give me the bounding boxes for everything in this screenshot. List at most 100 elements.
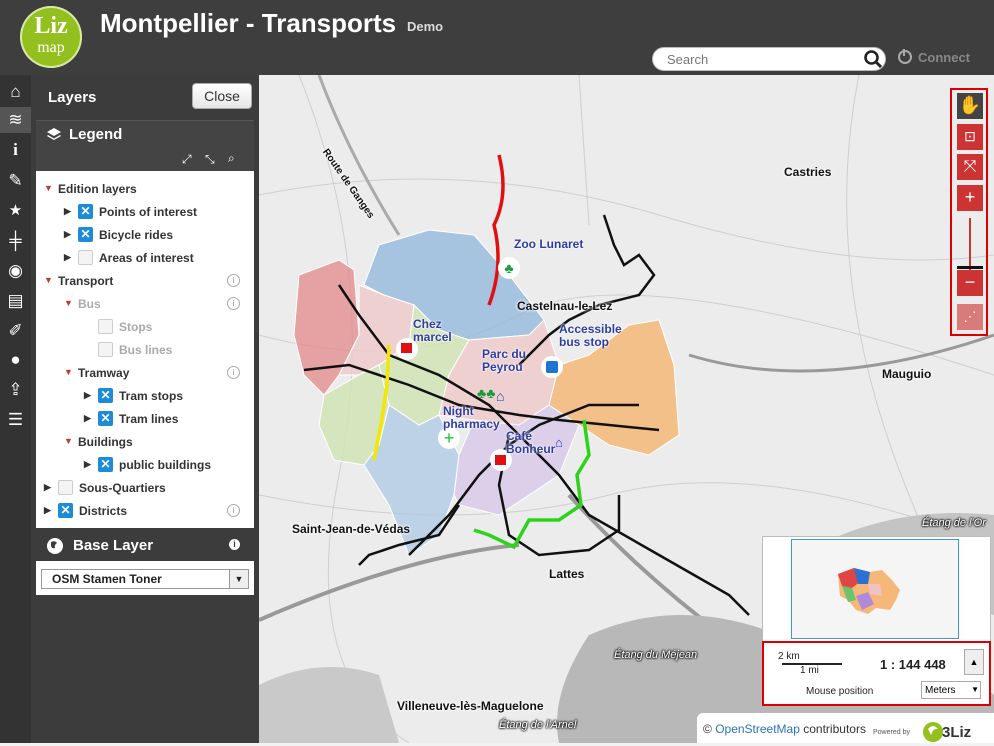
layer-label: Bicycle rides — [99, 228, 174, 242]
layer-tree: ▼ Edition layers ▶ ✕ Points of interest ▶ ✕ Bic… — [36, 171, 254, 528]
zoom-box-icon[interactable]: ⊡ — [957, 124, 983, 150]
collapse-arrow-icon[interactable]: ▼ — [64, 436, 73, 446]
layer-checkbox[interactable]: ✕ — [98, 388, 113, 403]
layer-row[interactable]: Bus lines — [36, 339, 254, 361]
base-layer-header: Base Layer i — [36, 531, 254, 561]
expand-arrow-icon[interactable]: ▶ — [44, 482, 51, 493]
expand-arrow-icon[interactable]: ▶ — [64, 206, 71, 217]
base-layer-select[interactable]: OSM Stamen Toner ▼ — [41, 569, 249, 589]
zoom-in-button[interactable]: + — [957, 185, 983, 211]
comment-icon[interactable]: ● — [0, 347, 31, 373]
overview-map[interactable] — [762, 536, 991, 643]
layer-label: Tramway — [78, 366, 130, 380]
layer-row[interactable]: ▶ Sous-Quartiers — [36, 477, 254, 499]
layer-checkbox[interactable]: ✕ — [78, 227, 93, 242]
page-title: Montpellier - Transports — [100, 8, 397, 38]
base-layer-body: OSM Stamen Toner ▼ — [36, 561, 254, 595]
search-input[interactable] — [665, 51, 859, 68]
layer-row[interactable]: ▼ Edition layers — [36, 178, 254, 200]
collapse-arrow-icon[interactable]: ▼ — [64, 298, 73, 308]
layer-checkbox[interactable] — [78, 250, 93, 265]
layer-checkbox[interactable] — [98, 342, 113, 357]
overview-toggle-button[interactable]: ▲ — [964, 649, 984, 675]
zoom-fullextent-icon[interactable]: ⤧ — [957, 154, 983, 180]
layers-icon[interactable]: ≋ — [0, 107, 31, 133]
layer-row[interactable]: ▶ Areas of interest — [36, 247, 254, 269]
layer-label: Tram stops — [119, 389, 184, 403]
legend-header[interactable]: Legend — [36, 120, 254, 149]
layer-row[interactable]: ▶ ✕ Tram stops — [36, 385, 254, 407]
zoom-slider-handle[interactable] — [957, 266, 983, 269]
layer-row[interactable]: ▼ Bus i — [36, 293, 254, 315]
layer-label: Points of interest — [99, 205, 198, 219]
list-icon[interactable]: ☰ — [0, 407, 31, 433]
attribution: © OpenStreetMap contributors Powered by … — [697, 713, 994, 743]
place-label: Villeneuve-lès-Maguelone — [397, 699, 544, 713]
layer-checkbox[interactable]: ✕ — [58, 503, 73, 518]
close-button[interactable]: Close — [192, 83, 252, 109]
units-select[interactable]: Meters ▼ — [921, 681, 981, 699]
layer-label: Sous-Quartiers — [79, 481, 166, 495]
signpost-icon[interactable]: ╪ — [0, 228, 31, 254]
svg-text:♣: ♣ — [504, 260, 513, 276]
layer-row[interactable]: ▶ ✕ Bicycle rides — [36, 224, 254, 246]
collapse-arrow-icon[interactable]: ▼ — [44, 183, 53, 193]
logo-text-liz: Liz — [34, 13, 68, 39]
place-label: Étang du Méjean — [614, 649, 698, 661]
expand-arrow-icon[interactable]: ▶ — [84, 413, 91, 424]
layer-checkbox[interactable]: ✕ — [98, 411, 113, 426]
expand-arrow-icon[interactable]: ▶ — [84, 459, 91, 470]
svg-text:⌂: ⌂ — [496, 388, 504, 404]
info-icon[interactable]: i — [229, 539, 240, 550]
print-icon[interactable]: ▤ — [0, 288, 31, 314]
layer-label: Buildings — [78, 435, 133, 449]
layer-row[interactable]: ▼ Tramway i — [36, 362, 254, 384]
share-icon[interactable]: ⇪ — [0, 377, 31, 403]
legend-tools: ⤢ ⤡ ⌕ — [36, 149, 254, 171]
layer-row[interactable]: ▶ ✕ Points of interest — [36, 201, 254, 223]
powered-by-label: Powered by — [873, 729, 910, 736]
info-icon[interactable]: i — [227, 274, 240, 287]
collapse-all-icon[interactable]: ⤡ — [205, 152, 215, 167]
collapse-arrow-icon[interactable]: ▼ — [64, 367, 73, 377]
info-icon[interactable]: i — [227, 297, 240, 310]
layer-row[interactable]: ▼ Buildings — [36, 431, 254, 453]
expand-arrow-icon[interactable]: ▶ — [84, 390, 91, 401]
layer-row[interactable]: ▶ ✕ Districts i — [36, 500, 254, 522]
layer-checkbox[interactable]: ✕ — [78, 204, 93, 219]
locate-icon[interactable]: ◉ — [0, 258, 31, 284]
scale-value: 1 : 144 448 — [880, 657, 946, 672]
layer-row[interactable]: ▶ ✕ public buildings — [36, 454, 254, 476]
3liz-logo[interactable]: 3Liz — [922, 721, 974, 743]
measure-line-icon[interactable]: ⋰ — [957, 304, 983, 330]
connect-button[interactable]: Connect — [898, 49, 970, 65]
lizmap-logo[interactable]: Liz map — [20, 6, 82, 68]
dropdown-arrow-icon: ▼ — [229, 570, 248, 588]
scale-panel: 2 km 1 mi 1 : 144 448 ▲ Mouse position M… — [762, 641, 991, 706]
info-icon[interactable]: i — [0, 137, 31, 163]
layer-row[interactable]: ▼ Transport i — [36, 270, 254, 292]
expand-all-icon[interactable]: ⤢ — [182, 152, 192, 167]
expand-arrow-icon[interactable]: ▶ — [64, 229, 71, 240]
collapse-arrow-icon[interactable]: ▼ — [44, 275, 53, 285]
expand-arrow-icon[interactable]: ▶ — [44, 505, 51, 516]
layer-label: Districts — [79, 504, 128, 518]
layer-checkbox[interactable] — [98, 319, 113, 334]
layer-row[interactable]: Stops — [36, 316, 254, 338]
measure-icon[interactable]: ✐ — [0, 318, 31, 344]
expand-arrow-icon[interactable]: ▶ — [64, 252, 71, 263]
info-icon[interactable]: i — [227, 504, 240, 517]
search-icon[interactable] — [863, 49, 883, 69]
poi-label: Night pharmacy — [443, 404, 500, 431]
zoom-to-layer-icon[interactable]: ⌕ — [228, 151, 235, 166]
info-icon[interactable]: i — [227, 366, 240, 379]
zoom-out-button[interactable]: − — [957, 270, 983, 296]
layer-row[interactable]: ▶ ✕ Tram lines — [36, 408, 254, 430]
home-icon[interactable]: ⌂ — [0, 79, 31, 105]
osm-link[interactable]: OpenStreetMap — [715, 722, 800, 736]
star-icon[interactable]: ★ — [0, 198, 31, 224]
layer-checkbox[interactable]: ✕ — [98, 457, 113, 472]
edit-icon[interactable]: ✎ — [0, 168, 31, 194]
pan-icon[interactable]: ✋ — [957, 93, 983, 119]
layer-checkbox[interactable] — [58, 480, 73, 495]
